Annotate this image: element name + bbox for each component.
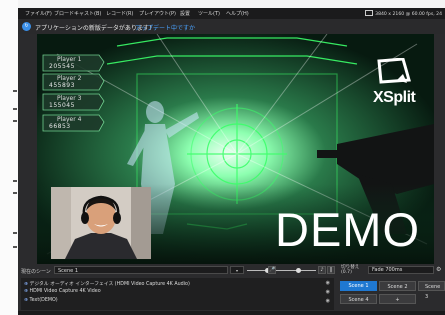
xsplit-logo-text: XSplit [373, 89, 416, 106]
scene-name-field[interactable]: Scene 1 [54, 266, 228, 274]
scene-button-2[interactable]: Scene 2 [379, 281, 416, 291]
edge-tick [13, 180, 17, 182]
visibility-eye-icon[interactable]: ◉ [326, 280, 330, 286]
resolution-text: 3840 x 2160 @ 60.00 fps, 24 [375, 12, 442, 17]
menu-record[interactable]: レコード(R) [106, 10, 133, 17]
edge-tick [13, 232, 17, 234]
player-score: 205545 [49, 63, 75, 70]
source-item[interactable]: ⊕ Text(DEMO) [24, 298, 58, 303]
xsplit-logo-icon [377, 58, 411, 84]
stage-preview[interactable]: Player 1 205545 Player 2 455893 Player 3… [37, 34, 434, 264]
xsplit-window: ファイル(F) ブロードキャスト(B) レコード(R) プレイアウト(P) 設置… [0, 0, 445, 315]
player-tag: Player 4 66853 [41, 114, 105, 132]
visibility-eye-icon[interactable]: ◉ [326, 298, 330, 304]
preview-left-margin [18, 34, 37, 264]
scene-button-1[interactable]: Scene 1 [340, 281, 377, 291]
preview-right-margin [434, 34, 445, 264]
resolution-info: 3840 x 2160 @ 60.00 fps, 24 [365, 10, 442, 17]
player-score: 155045 [49, 102, 75, 109]
player-name: Player 1 [57, 56, 82, 63]
source-list: ⊕ デジタル オーディオ インターフェイス (HDMI Video Captur… [21, 278, 334, 310]
menu-help[interactable]: ヘルプ(H) [226, 10, 249, 17]
menu-playout[interactable]: プレイアウト(P) [139, 10, 176, 17]
player-tag: Player 3 155045 [41, 93, 105, 111]
source-label: Text(DEMO) [29, 298, 58, 303]
speaker-icon[interactable]: ♪ [318, 266, 326, 274]
monitor-icon [365, 10, 374, 16]
mic-icon[interactable]: 🎤 [268, 266, 276, 274]
source-label: HDMI Video Capture 4K Video [29, 289, 101, 294]
webcam-person [51, 187, 151, 259]
player-name: Player 4 [57, 116, 82, 123]
edge-tick [13, 192, 17, 194]
source-item[interactable]: ⊕ デジタル オーディオ インターフェイス (HDMI Video Captur… [24, 280, 190, 287]
scene-button-3[interactable]: Scene 3 [418, 281, 445, 300]
webcam-overlay[interactable] [51, 187, 151, 259]
transition-label: 切り替え (0.7) [341, 265, 359, 275]
update-icon: ↻ [22, 22, 31, 31]
menu-bar: ファイル(F) ブロードキャスト(B) レコード(R) プレイアウト(P) 設置… [18, 8, 445, 19]
update-notification-bar: ↻ アプリケーションの新版データがあります！ アップデート中ですか [18, 19, 445, 34]
player-score: 66853 [49, 123, 71, 130]
pause-icon[interactable]: ‖ [327, 266, 335, 274]
update-link[interactable]: アップデート中ですか [135, 23, 195, 32]
left-edge-strip [0, 0, 18, 315]
visibility-eye-icon[interactable]: ◉ [326, 289, 330, 295]
menu-settings[interactable]: 設置 [180, 10, 190, 17]
transition-settings-icon[interactable]: ⚙ [436, 266, 445, 274]
speaker-volume-knob[interactable] [296, 268, 301, 273]
player-name: Player 3 [57, 95, 82, 102]
player-name: Player 2 [57, 75, 82, 82]
transition-dropdown[interactable]: Fade 700ms [368, 266, 434, 274]
add-scene-button[interactable]: + [379, 294, 416, 304]
audio-device-dropdown[interactable]: ▾ [230, 266, 244, 274]
player-tag: Player 1 205545 [41, 54, 105, 72]
player-tag: Player 2 455893 [41, 73, 105, 91]
current-scene-label: 現在のシーン [21, 269, 51, 275]
scene-button-4[interactable]: Scene 4 [340, 294, 377, 304]
menu-file[interactable]: ファイル(F) [25, 10, 52, 17]
edge-tick [13, 108, 17, 110]
menu-tools[interactable]: ツール(T) [198, 10, 220, 17]
demo-watermark: DEMO [275, 203, 420, 256]
menu-broadcast[interactable]: ブロードキャスト(B) [54, 10, 101, 17]
source-label: デジタル オーディオ インターフェイス (HDMI Video Capture … [29, 282, 190, 287]
edge-tick [13, 246, 17, 248]
edge-tick [13, 120, 17, 122]
transition-label-line2: (0.7) [341, 270, 352, 275]
edge-tick [13, 90, 17, 92]
control-panel: 現在のシーン Scene 1 ▾ 🎤 ♪ ‖ ⊕ デジタル オーディオ インター… [18, 264, 445, 315]
bottom-toolbar [18, 311, 445, 315]
source-item[interactable]: ⊕ HDMI Video Capture 4K Video [24, 289, 101, 294]
player-score: 455893 [49, 82, 75, 89]
